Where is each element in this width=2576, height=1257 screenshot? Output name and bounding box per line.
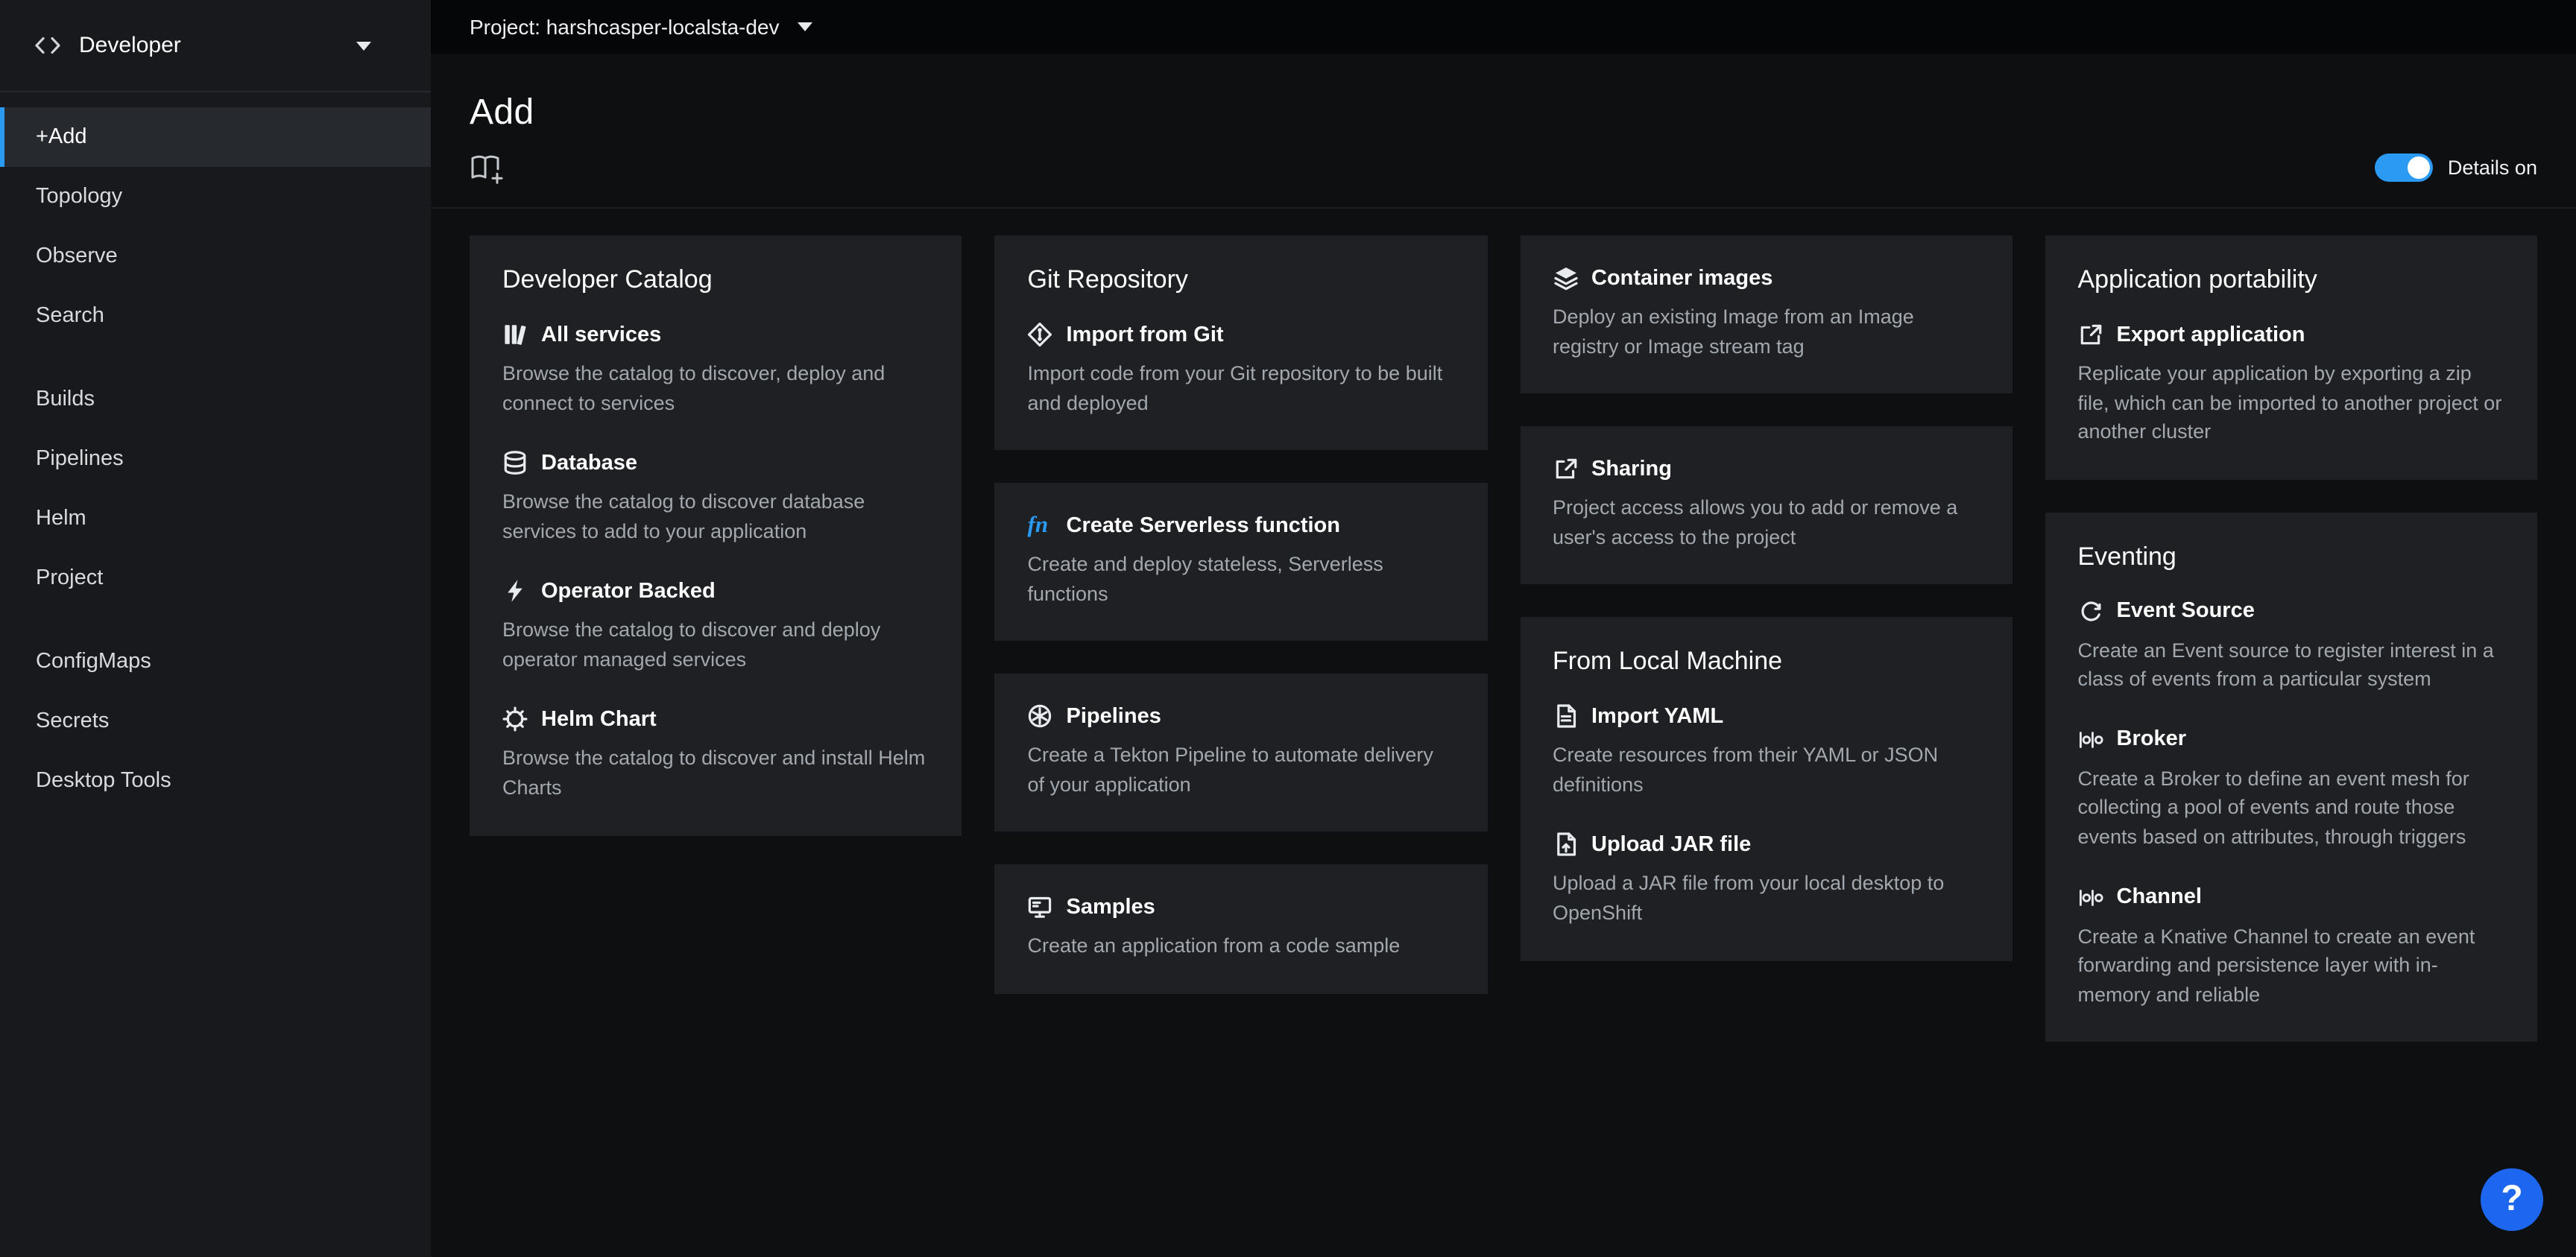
card-title: Git Repository	[1028, 265, 1455, 295]
add-page: Add Details on Developer Catalog	[431, 54, 2576, 1257]
samples-icon	[1028, 895, 1053, 920]
sidebar-item-pipelines[interactable]: Pipelines	[0, 429, 431, 489]
add-item-upload-jar-file[interactable]: Upload JAR file Upload a JAR file from y…	[1553, 832, 1980, 928]
sidebar-item-configmaps[interactable]: ConfigMaps	[0, 632, 431, 691]
page-header: Add Details on	[431, 54, 2576, 209]
event-source-icon	[2078, 598, 2103, 624]
serverless-fn-icon: fn	[1028, 513, 1053, 538]
add-item-database[interactable]: Database Browse the catalog to discover …	[502, 450, 929, 545]
card-container-images[interactable]: Container images Deploy an existing Imag…	[1520, 235, 2012, 393]
sidebar-item-secrets[interactable]: Secrets	[0, 691, 431, 751]
sidebar: Developer +Add Topology Observe Search B…	[0, 0, 431, 1257]
cards-column-1: Developer Catalog All services Browse th…	[470, 235, 962, 835]
card-sharing[interactable]: Sharing Project access allows you to add…	[1520, 426, 2012, 584]
nav-group-main: +Add Topology Observe Search	[0, 107, 431, 346]
database-icon	[502, 450, 528, 475]
nav-group-config: ConfigMaps Secrets Desktop Tools	[0, 632, 431, 811]
sidebar-nav: +Add Topology Observe Search Builds Pipe…	[0, 92, 431, 811]
add-item-channel[interactable]: Channel Create a Knative Channel to crea…	[2078, 884, 2505, 1009]
sidebar-item-search[interactable]: Search	[0, 286, 431, 346]
openshift-console: Developer +Add Topology Observe Search B…	[0, 0, 2576, 1257]
add-item-container-images[interactable]: Container images Deploy an existing Imag…	[1553, 265, 1980, 361]
share-icon	[1553, 456, 1578, 481]
add-item-helm-chart[interactable]: Helm Chart Browse the catalog to discove…	[502, 707, 929, 802]
perspective-switcher[interactable]: Developer	[0, 0, 431, 92]
card-title: Application portability	[2078, 265, 2505, 295]
books-icon	[502, 322, 528, 347]
card-title: Eventing	[2078, 542, 2505, 571]
layers-icon	[1553, 265, 1578, 291]
main-area: Project: harshcasper-localsta-dev Add De…	[431, 0, 2576, 1257]
project-selector-label: Project: harshcasper-localsta-dev	[470, 15, 780, 39]
card-application-portability[interactable]: Application portability Export applicati…	[2045, 235, 2538, 479]
help-button[interactable]: ?	[2481, 1168, 2543, 1231]
file-icon	[1553, 704, 1578, 729]
card-pipelines[interactable]: Pipelines Create a Tekton Pipeline to au…	[995, 674, 1488, 832]
card-samples[interactable]: Samples Create an application from a cod…	[995, 865, 1488, 994]
add-item-samples[interactable]: Samples Create an application from a cod…	[1028, 895, 1455, 961]
sidebar-item-project[interactable]: Project	[0, 548, 431, 608]
channel-icon	[2078, 884, 2103, 910]
pipelines-icon	[1028, 704, 1053, 729]
toggle-knob	[2408, 156, 2430, 179]
add-cards-grid: Developer Catalog All services Browse th…	[431, 209, 2576, 1042]
add-item-operator-backed[interactable]: Operator Backed Browse the catalog to di…	[502, 579, 929, 674]
code-icon	[33, 34, 63, 57]
add-item-import-from-git[interactable]: Import from Git Import code from your Gi…	[1028, 322, 1455, 417]
add-item-pipelines[interactable]: Pipelines Create a Tekton Pipeline to au…	[1028, 704, 1455, 800]
sidebar-item-builds[interactable]: Builds	[0, 370, 431, 429]
sidebar-item-helm[interactable]: Helm	[0, 489, 431, 548]
file-upload-icon	[1553, 832, 1578, 858]
quick-starts-icon[interactable]	[470, 153, 505, 186]
sidebar-item-desktop-tools[interactable]: Desktop Tools	[0, 751, 431, 811]
sidebar-item-observe[interactable]: Observe	[0, 227, 431, 286]
cards-column-2: Git Repository Import from Git Import co…	[995, 235, 1488, 994]
card-title: Developer Catalog	[502, 265, 929, 295]
helm-wheel-icon	[502, 707, 528, 732]
add-item-sharing[interactable]: Sharing Project access allows you to add…	[1553, 456, 1980, 551]
card-from-local-machine[interactable]: From Local Machine Import YAML Create re…	[1520, 618, 2012, 961]
add-item-export-application[interactable]: Export application Replicate your applic…	[2078, 322, 2505, 446]
details-toggle-label: Details on	[2448, 156, 2537, 179]
details-toggle[interactable]	[2375, 153, 2433, 182]
page-title: Add	[470, 92, 534, 134]
sidebar-item-topology[interactable]: Topology	[0, 167, 431, 227]
chevron-down-icon	[798, 22, 812, 31]
card-title: From Local Machine	[1553, 648, 1980, 677]
nav-group-resources: Builds Pipelines Helm Project	[0, 370, 431, 608]
card-serverless-function[interactable]: fn Create Serverless function Create and…	[995, 483, 1488, 641]
add-item-all-services[interactable]: All services Browse the catalog to disco…	[502, 322, 929, 417]
sidebar-item-add[interactable]: +Add	[0, 107, 431, 167]
card-developer-catalog[interactable]: Developer Catalog All services Browse th…	[470, 235, 962, 835]
bolt-icon	[502, 579, 528, 604]
perspective-label: Developer	[79, 33, 181, 58]
add-item-import-yaml[interactable]: Import YAML Create resources from their …	[1553, 704, 1980, 800]
add-item-create-serverless-function[interactable]: fn Create Serverless function Create and…	[1028, 513, 1455, 608]
chevron-down-icon	[356, 41, 371, 50]
details-toggle-row: Details on	[2375, 153, 2537, 182]
broker-icon	[2078, 727, 2103, 753]
cards-column-3: Container images Deploy an existing Imag…	[1520, 235, 2012, 960]
card-git-repository[interactable]: Git Repository Import from Git Import co…	[995, 235, 1488, 450]
export-icon	[2078, 322, 2103, 347]
project-selector[interactable]: Project: harshcasper-localsta-dev	[431, 0, 2576, 54]
add-item-broker[interactable]: Broker Create a Broker to define an even…	[2078, 727, 2505, 852]
card-eventing[interactable]: Eventing Event Source Create an Event so…	[2045, 512, 2538, 1042]
add-item-event-source[interactable]: Event Source Create an Event source to r…	[2078, 598, 2505, 694]
cards-column-4: Application portability Export applicati…	[2045, 235, 2538, 1042]
git-icon	[1028, 322, 1053, 347]
